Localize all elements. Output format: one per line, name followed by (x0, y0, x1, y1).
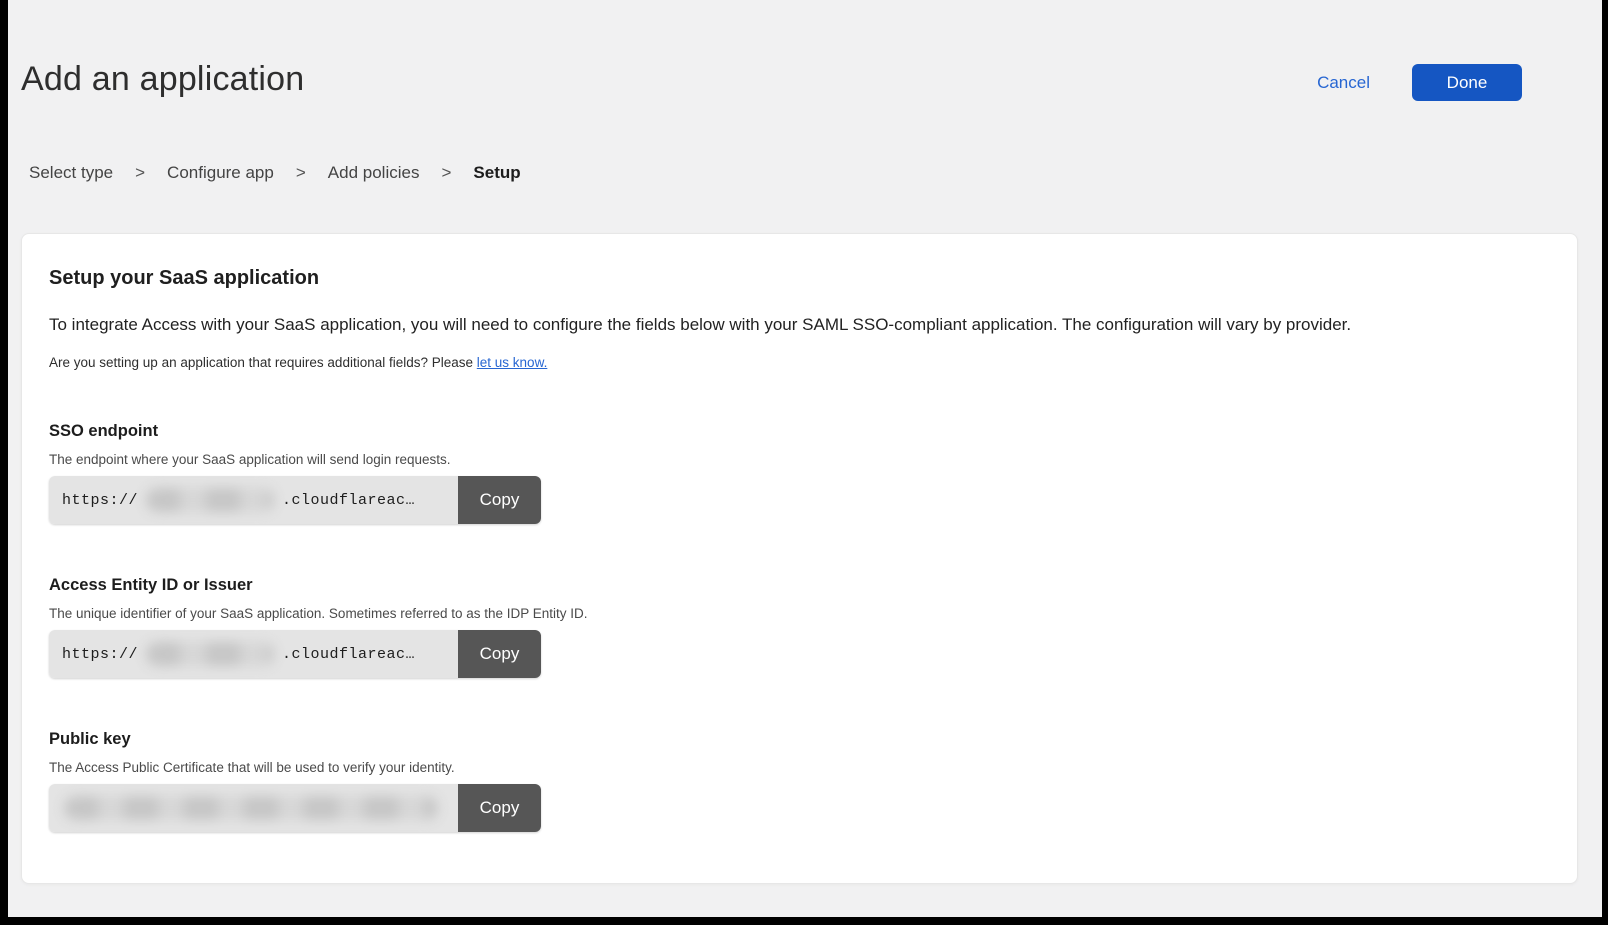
card-intro-text: To integrate Access with your SaaS appli… (49, 314, 1531, 335)
card-note-text: Are you setting up an application that r… (49, 355, 477, 370)
value-prefix: https:// (62, 646, 138, 663)
copy-row: Copy (49, 784, 541, 832)
field-group-access-entity-id: Access Entity ID or Issuer The unique id… (49, 576, 1531, 678)
breadcrumb-step-add-policies[interactable]: Add policies (328, 163, 420, 183)
access-entity-id-value: https:// .cloudflareac… (49, 630, 458, 678)
redacted-value-blur (64, 796, 438, 820)
value-prefix: https:// (62, 492, 138, 509)
cancel-button[interactable]: Cancel (1317, 73, 1370, 93)
breadcrumb-step-setup[interactable]: Setup (473, 163, 520, 183)
field-description: The Access Public Certificate that will … (49, 760, 1531, 775)
copy-access-entity-id-button[interactable]: Copy (458, 630, 541, 678)
redacted-value-blur (146, 642, 274, 666)
field-label: SSO endpoint (49, 422, 1531, 441)
value-suffix: .cloudflareac… (282, 646, 415, 663)
page: Add an application Cancel Done Select ty… (8, 0, 1602, 917)
card-note: Are you setting up an application that r… (49, 355, 1531, 370)
field-description: The unique identifier of your SaaS appli… (49, 606, 1531, 621)
field-description: The endpoint where your SaaS application… (49, 452, 1531, 467)
copy-sso-endpoint-button[interactable]: Copy (458, 476, 541, 524)
page-title: Add an application (21, 60, 304, 99)
breadcrumb-separator: > (296, 163, 306, 183)
sso-endpoint-value: https:// .cloudflareac… (49, 476, 458, 524)
breadcrumb-separator: > (441, 163, 451, 183)
let-us-know-link[interactable]: let us know. (477, 355, 548, 370)
public-key-value (49, 784, 458, 832)
field-label: Access Entity ID or Issuer (49, 576, 1531, 595)
copy-row: https:// .cloudflareac… Copy (49, 476, 541, 524)
done-button[interactable]: Done (1412, 64, 1522, 101)
field-group-public-key: Public key The Access Public Certificate… (49, 730, 1531, 832)
value-suffix: .cloudflareac… (282, 492, 415, 509)
redacted-value-blur (146, 488, 274, 512)
copy-public-key-button[interactable]: Copy (458, 784, 541, 832)
card-title: Setup your SaaS application (49, 267, 1531, 290)
breadcrumb-separator: > (135, 163, 145, 183)
field-label: Public key (49, 730, 1531, 749)
setup-card: Setup your SaaS application To integrate… (21, 233, 1578, 884)
page-header: Add an application Cancel Done (8, 0, 1602, 101)
breadcrumb: Select type > Configure app > Add polici… (8, 163, 1602, 183)
header-actions: Cancel Done (1317, 64, 1522, 101)
breadcrumb-step-configure-app[interactable]: Configure app (167, 163, 274, 183)
field-group-sso-endpoint: SSO endpoint The endpoint where your Saa… (49, 422, 1531, 524)
copy-row: https:// .cloudflareac… Copy (49, 630, 541, 678)
breadcrumb-step-select-type[interactable]: Select type (29, 163, 113, 183)
